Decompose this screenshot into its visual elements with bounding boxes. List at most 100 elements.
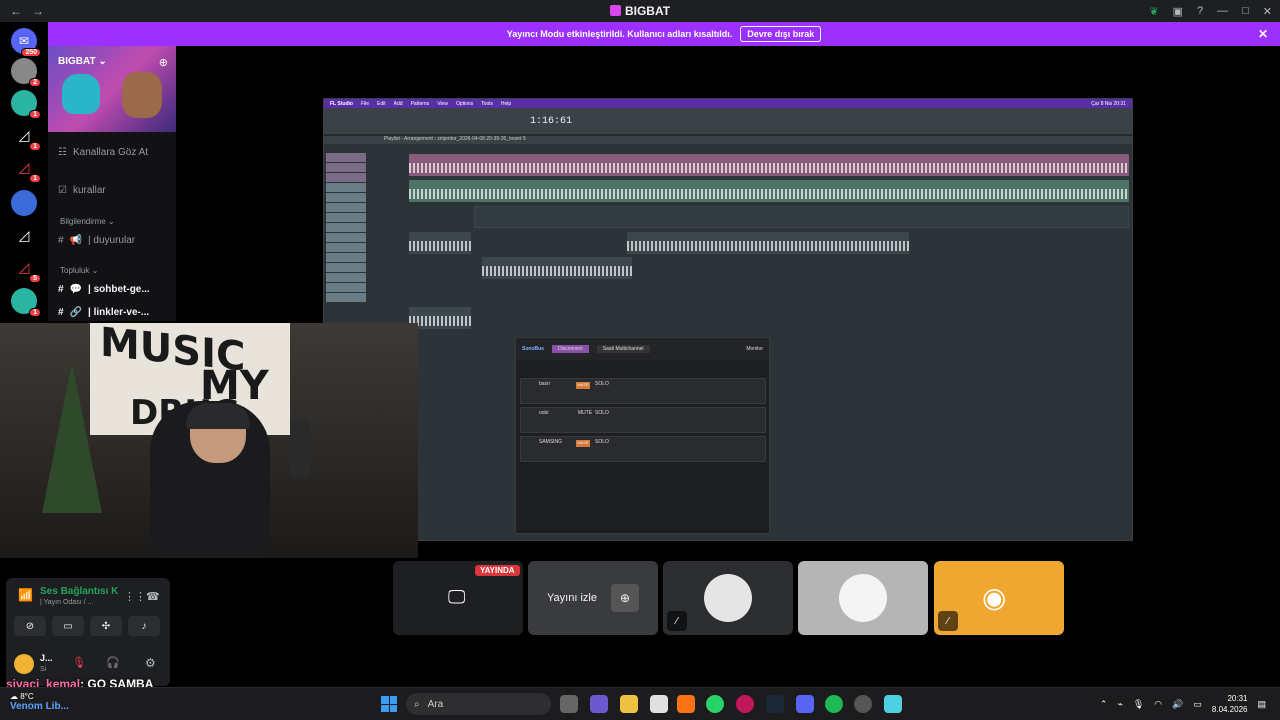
disconnect-button[interactable]: Disconnect — [551, 345, 589, 353]
notifications-icon[interactable]: ▤ — [1257, 699, 1266, 710]
category-community[interactable]: Topluluk ⌄ — [60, 266, 98, 275]
taskbar-search[interactable]: ⌕ Ara — [406, 693, 551, 715]
server-icon[interactable]: 2 — [11, 58, 41, 87]
participant-tile[interactable]: ◉ ⁄ — [934, 561, 1064, 635]
opera-icon[interactable] — [736, 695, 754, 713]
server-badge: 1 — [29, 142, 41, 151]
task-view-icon[interactable] — [560, 695, 578, 713]
valorant-server-icon[interactable]: ◿ 1 — [11, 122, 41, 151]
sonobus-title: SonoBus — [522, 346, 544, 352]
forward-arrow-icon[interactable]: → — [32, 4, 44, 18]
obs-icon[interactable] — [854, 695, 872, 713]
inbox-icon[interactable]: ▣ — [1173, 5, 1183, 18]
menu-item: Tools — [481, 100, 493, 107]
valorant-server-icon[interactable]: ◿ 1 — [11, 154, 41, 183]
participant-tile[interactable] — [798, 561, 928, 635]
waveform — [627, 241, 909, 251]
banner-art — [122, 72, 162, 118]
monitor-label: Monitor — [746, 346, 763, 352]
soundboard-button[interactable]: ♪ — [128, 616, 160, 636]
chevron-down-icon: ⌄ — [98, 56, 107, 67]
disable-streamer-mode-button[interactable]: Devre dışı bırak — [740, 26, 822, 42]
megaphone-icon: 📢 — [69, 235, 83, 246]
menu-item: Help — [500, 100, 512, 107]
camera-off-button[interactable]: ⊘ — [14, 616, 46, 636]
sonobus-window[interactable]: SonoBus Disconnect Saati Multichannel Mo… — [515, 337, 770, 534]
battery-icon[interactable]: ▭ — [1193, 699, 1202, 710]
windows-start-icon[interactable] — [381, 696, 397, 712]
participant-tile[interactable]: ⁄ — [663, 561, 793, 635]
track-header — [326, 173, 366, 182]
server-icon[interactable]: 1 — [11, 90, 41, 119]
notepad-icon[interactable] — [884, 695, 902, 713]
mic-icon[interactable]: 🎙 — [1133, 699, 1144, 710]
valorant-server-icon[interactable]: ◿ 5 — [11, 254, 41, 283]
server-logo-icon — [609, 5, 621, 16]
taskbar-clock[interactable]: 20:31 8.04.2026 — [1212, 693, 1248, 715]
voice-status[interactable]: Ses Bağlantısı K — [40, 586, 118, 597]
mute-button[interactable]: MUTE — [576, 382, 590, 389]
settings-gear-icon[interactable]: ⚙ — [145, 656, 156, 670]
weather-widget[interactable]: ☁ 8°C Venom Lib... — [10, 692, 69, 712]
chevron-up-icon[interactable]: ⌃ — [1100, 699, 1108, 710]
watch-stream-tile[interactable]: Yayını izle ⊕ — [528, 561, 658, 635]
brave-icon[interactable] — [677, 695, 695, 713]
store-icon[interactable] — [650, 695, 668, 713]
spotify-icon[interactable] — [825, 695, 843, 713]
close-window-button[interactable]: ✕ — [1263, 5, 1272, 18]
invite-icon[interactable]: ⊕ — [159, 56, 168, 69]
user-name[interactable]: J... Si — [40, 653, 53, 673]
solo-button[interactable]: SOLO — [595, 410, 609, 416]
maximize-button[interactable]: □ — [1242, 5, 1249, 17]
close-banner-icon[interactable]: ✕ — [1258, 27, 1268, 41]
nitro-icon[interactable]: ❦ — [1149, 5, 1158, 18]
channel-rules[interactable]: ☑ kurallar — [58, 185, 106, 196]
steam-icon[interactable] — [766, 695, 784, 713]
category-info[interactable]: Bilgilendirme ⌄ — [60, 217, 115, 226]
minimize-button[interactable]: — — [1217, 5, 1228, 17]
browse-channels[interactable]: ☷ Kanallara Göz At — [58, 147, 148, 158]
mute-button[interactable]: MUTE — [578, 410, 592, 416]
weather-sub: Venom Lib... — [10, 701, 69, 712]
peer-row[interactable]: oobi MUTE SOLO — [520, 407, 766, 433]
watch-stream-button[interactable]: Yayını izle — [547, 592, 597, 604]
peer-row[interactable]: basri MUTE SOLO — [520, 378, 766, 404]
mac-dock — [421, 540, 1131, 541]
discord-icon[interactable] — [796, 695, 814, 713]
volume-icon[interactable]: 🔊 — [1172, 699, 1183, 710]
solo-button[interactable]: SOLO — [595, 381, 609, 387]
disconnect-icon[interactable]: ☎ — [146, 590, 160, 603]
network-icon[interactable]: ⌁ — [1117, 699, 1122, 710]
voice-channel[interactable]: | Yayın Odası / ... — [40, 599, 93, 606]
headphones-icon[interactable]: 🎧 — [106, 656, 120, 669]
wifi-icon[interactable]: ◠ — [1154, 699, 1162, 710]
peer-row[interactable]: SAMSING MUTE SOLO — [520, 436, 766, 462]
server-icon[interactable]: 1 — [11, 288, 41, 317]
user-avatar[interactable] — [14, 654, 34, 674]
pop-out-icon[interactable]: ⊕ — [610, 584, 639, 612]
channel-chat[interactable]: # 💬 | sohbet-ge... — [58, 284, 150, 295]
guild-banner[interactable]: BIGBAT ⌄ ⊕ — [48, 46, 176, 132]
mic-muted-icon[interactable]: 🎙 — [72, 656, 86, 669]
activities-button[interactable]: ✣ — [90, 616, 122, 636]
server-icon[interactable] — [11, 190, 37, 216]
file-explorer-icon[interactable] — [620, 695, 638, 713]
screen-share-button[interactable]: ▭ — [52, 616, 84, 636]
clock-time: 20:31 — [1227, 694, 1248, 703]
help-icon[interactable]: ? — [1197, 5, 1203, 17]
direct-messages-icon[interactable]: ✉ 250 — [11, 28, 41, 57]
mute-button[interactable]: MUTE — [576, 440, 590, 447]
whatsapp-icon[interactable] — [706, 695, 724, 713]
noise-suppression-icon[interactable]: ⋮⋮ — [124, 590, 146, 603]
audio-clip — [409, 180, 1129, 202]
channel-announcements[interactable]: # 📢 | duyurular — [58, 235, 135, 246]
guild-name[interactable]: BIGBAT ⌄ — [58, 56, 107, 67]
solo-button[interactable]: SOLO — [595, 439, 609, 445]
copilot-icon[interactable] — [590, 695, 608, 713]
track-header — [326, 253, 366, 262]
channel-links[interactable]: # 🔗 | linkler-ve-... — [58, 307, 149, 318]
group-selector[interactable]: Saati Multichannel — [596, 345, 650, 353]
back-arrow-icon[interactable]: ← — [10, 4, 22, 18]
valorant-server-icon[interactable]: ◿ — [11, 222, 37, 248]
track-header — [326, 263, 366, 272]
